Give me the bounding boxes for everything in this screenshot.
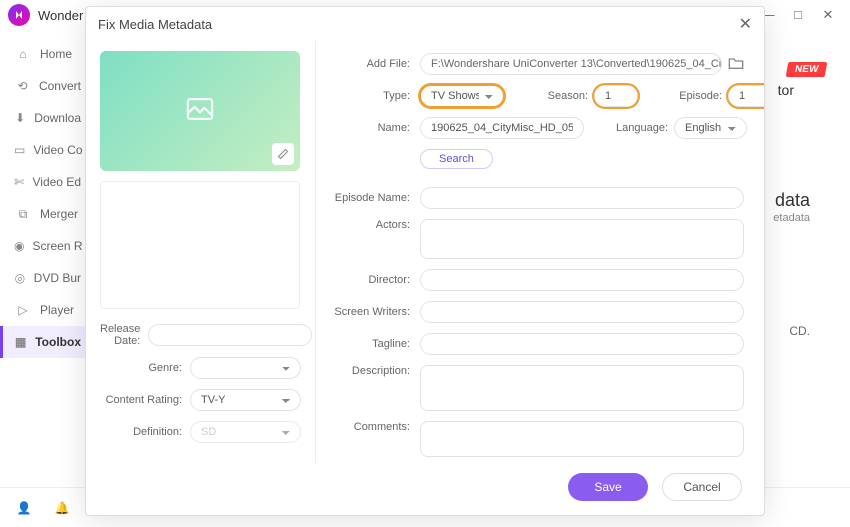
- type-select[interactable]: TV Shows: [420, 85, 504, 107]
- sidebar-item-downloader[interactable]: ⬇ Downloa: [0, 102, 89, 134]
- save-button[interactable]: Save: [568, 473, 648, 501]
- convert-icon: ⟲: [14, 77, 31, 95]
- folder-icon[interactable]: [728, 56, 744, 73]
- director-label: Director:: [330, 274, 420, 286]
- sidebar-item-label: Convert: [39, 79, 81, 93]
- modal-close-button[interactable]: ✕: [739, 14, 752, 34]
- sidebar-item-converter[interactable]: ⟲ Convert: [0, 70, 89, 102]
- description-label: Description:: [330, 365, 420, 377]
- season-input[interactable]: [594, 85, 638, 107]
- modal-title-bar: Fix Media Metadata ✕: [86, 7, 764, 41]
- obscured-text: tor: [778, 82, 794, 98]
- sidebar-item-screen-recorder[interactable]: ◉ Screen R: [0, 230, 89, 262]
- release-date-input[interactable]: [148, 324, 312, 346]
- record-icon: ◉: [14, 237, 24, 255]
- language-label: Language:: [584, 122, 674, 134]
- episode-label: Episode:: [638, 90, 728, 102]
- modal-footer: Save Cancel: [86, 463, 764, 515]
- sidebar-item-home[interactable]: ⌂ Home: [0, 38, 89, 70]
- grid-icon: ▦: [14, 333, 27, 351]
- name-input[interactable]: [420, 117, 584, 139]
- episode-name-input[interactable]: [420, 187, 744, 209]
- obscured-text: data: [775, 190, 810, 211]
- secondary-preview: [100, 181, 300, 309]
- sidebar-item-label: Video Ed: [33, 175, 82, 189]
- modal-right-panel: Add File: F:\Wondershare UniConverter 13…: [316, 41, 764, 463]
- genre-select[interactable]: [190, 357, 301, 379]
- sidebar-item-label: Toolbox: [35, 335, 81, 349]
- app-logo: [8, 4, 30, 26]
- maximize-button[interactable]: □: [790, 7, 806, 23]
- bell-icon[interactable]: 🔔: [52, 498, 72, 518]
- cancel-button[interactable]: Cancel: [662, 473, 742, 501]
- type-label: Type:: [330, 90, 420, 102]
- content-rating-select[interactable]: TV-Y: [190, 389, 301, 411]
- genre-label: Genre:: [100, 362, 190, 374]
- episode-name-label: Episode Name:: [330, 192, 420, 204]
- sidebar-item-video-editor[interactable]: ✄ Video Ed: [0, 166, 89, 198]
- language-select[interactable]: English: [674, 117, 747, 139]
- user-icon[interactable]: 👤: [14, 498, 34, 518]
- name-label: Name:: [330, 122, 420, 134]
- image-placeholder-icon: [186, 98, 214, 123]
- screen-writers-input[interactable]: [420, 301, 744, 323]
- actors-input[interactable]: [420, 219, 744, 259]
- play-icon: ▷: [14, 301, 32, 319]
- obscured-text: etadata: [773, 212, 810, 224]
- download-icon: ⬇: [14, 109, 26, 127]
- compress-icon: ▭: [14, 141, 25, 159]
- modal-title: Fix Media Metadata: [98, 17, 212, 32]
- scissors-icon: ✄: [14, 173, 25, 191]
- search-button[interactable]: Search: [420, 149, 493, 169]
- sidebar: ⌂ Home ⟲ Convert ⬇ Downloa ▭ Video Co ✄ Video…: [0, 30, 90, 527]
- screen-writers-label: Screen Writers:: [330, 306, 420, 318]
- comments-input[interactable]: [420, 421, 744, 457]
- sidebar-item-label: DVD Bur: [34, 271, 81, 285]
- sidebar-item-label: Screen R: [32, 239, 82, 253]
- tagline-label: Tagline:: [330, 338, 420, 350]
- sidebar-item-video-compressor[interactable]: ▭ Video Co: [0, 134, 89, 166]
- obscured-text: CD.: [789, 324, 810, 338]
- file-path-display[interactable]: F:\Wondershare UniConverter 13\Converted…: [420, 53, 722, 75]
- merge-icon: ⧉: [14, 205, 32, 223]
- disc-icon: ◎: [14, 269, 26, 287]
- new-badge: NEW: [785, 62, 827, 77]
- modal-left-panel: Release Date: Genre: Content Rating:TV-Y…: [86, 41, 316, 463]
- add-file-label: Add File:: [330, 58, 420, 70]
- comments-label: Comments:: [330, 421, 420, 433]
- media-preview: [100, 51, 300, 171]
- content-rating-label: Content Rating:: [100, 394, 190, 406]
- home-icon: ⌂: [14, 45, 32, 63]
- sidebar-item-merger[interactable]: ⧉ Merger: [0, 198, 89, 230]
- director-input[interactable]: [420, 269, 744, 291]
- edit-preview-button[interactable]: [272, 143, 294, 165]
- sidebar-item-label: Home: [40, 47, 72, 61]
- description-input[interactable]: [420, 365, 744, 411]
- fix-metadata-modal: Fix Media Metadata ✕ Release Date: Genre…: [85, 6, 765, 516]
- sidebar-item-label: Merger: [40, 207, 78, 221]
- episode-input[interactable]: [728, 85, 764, 107]
- sidebar-item-label: Video Co: [33, 143, 82, 157]
- season-label: Season:: [504, 90, 594, 102]
- sidebar-item-player[interactable]: ▷ Player: [0, 294, 89, 326]
- tagline-input[interactable]: [420, 333, 744, 355]
- definition-label: Definition:: [100, 426, 190, 438]
- sidebar-item-toolbox[interactable]: ▦ Toolbox: [0, 326, 89, 358]
- sidebar-item-label: Player: [40, 303, 74, 317]
- release-date-label: Release Date:: [100, 323, 148, 347]
- actors-label: Actors:: [330, 219, 420, 231]
- definition-select: SD: [190, 421, 301, 443]
- close-button[interactable]: ✕: [820, 7, 836, 23]
- sidebar-item-dvd-burner[interactable]: ◎ DVD Bur: [0, 262, 89, 294]
- sidebar-item-label: Downloa: [34, 111, 81, 125]
- app-title: Wonder: [38, 8, 83, 23]
